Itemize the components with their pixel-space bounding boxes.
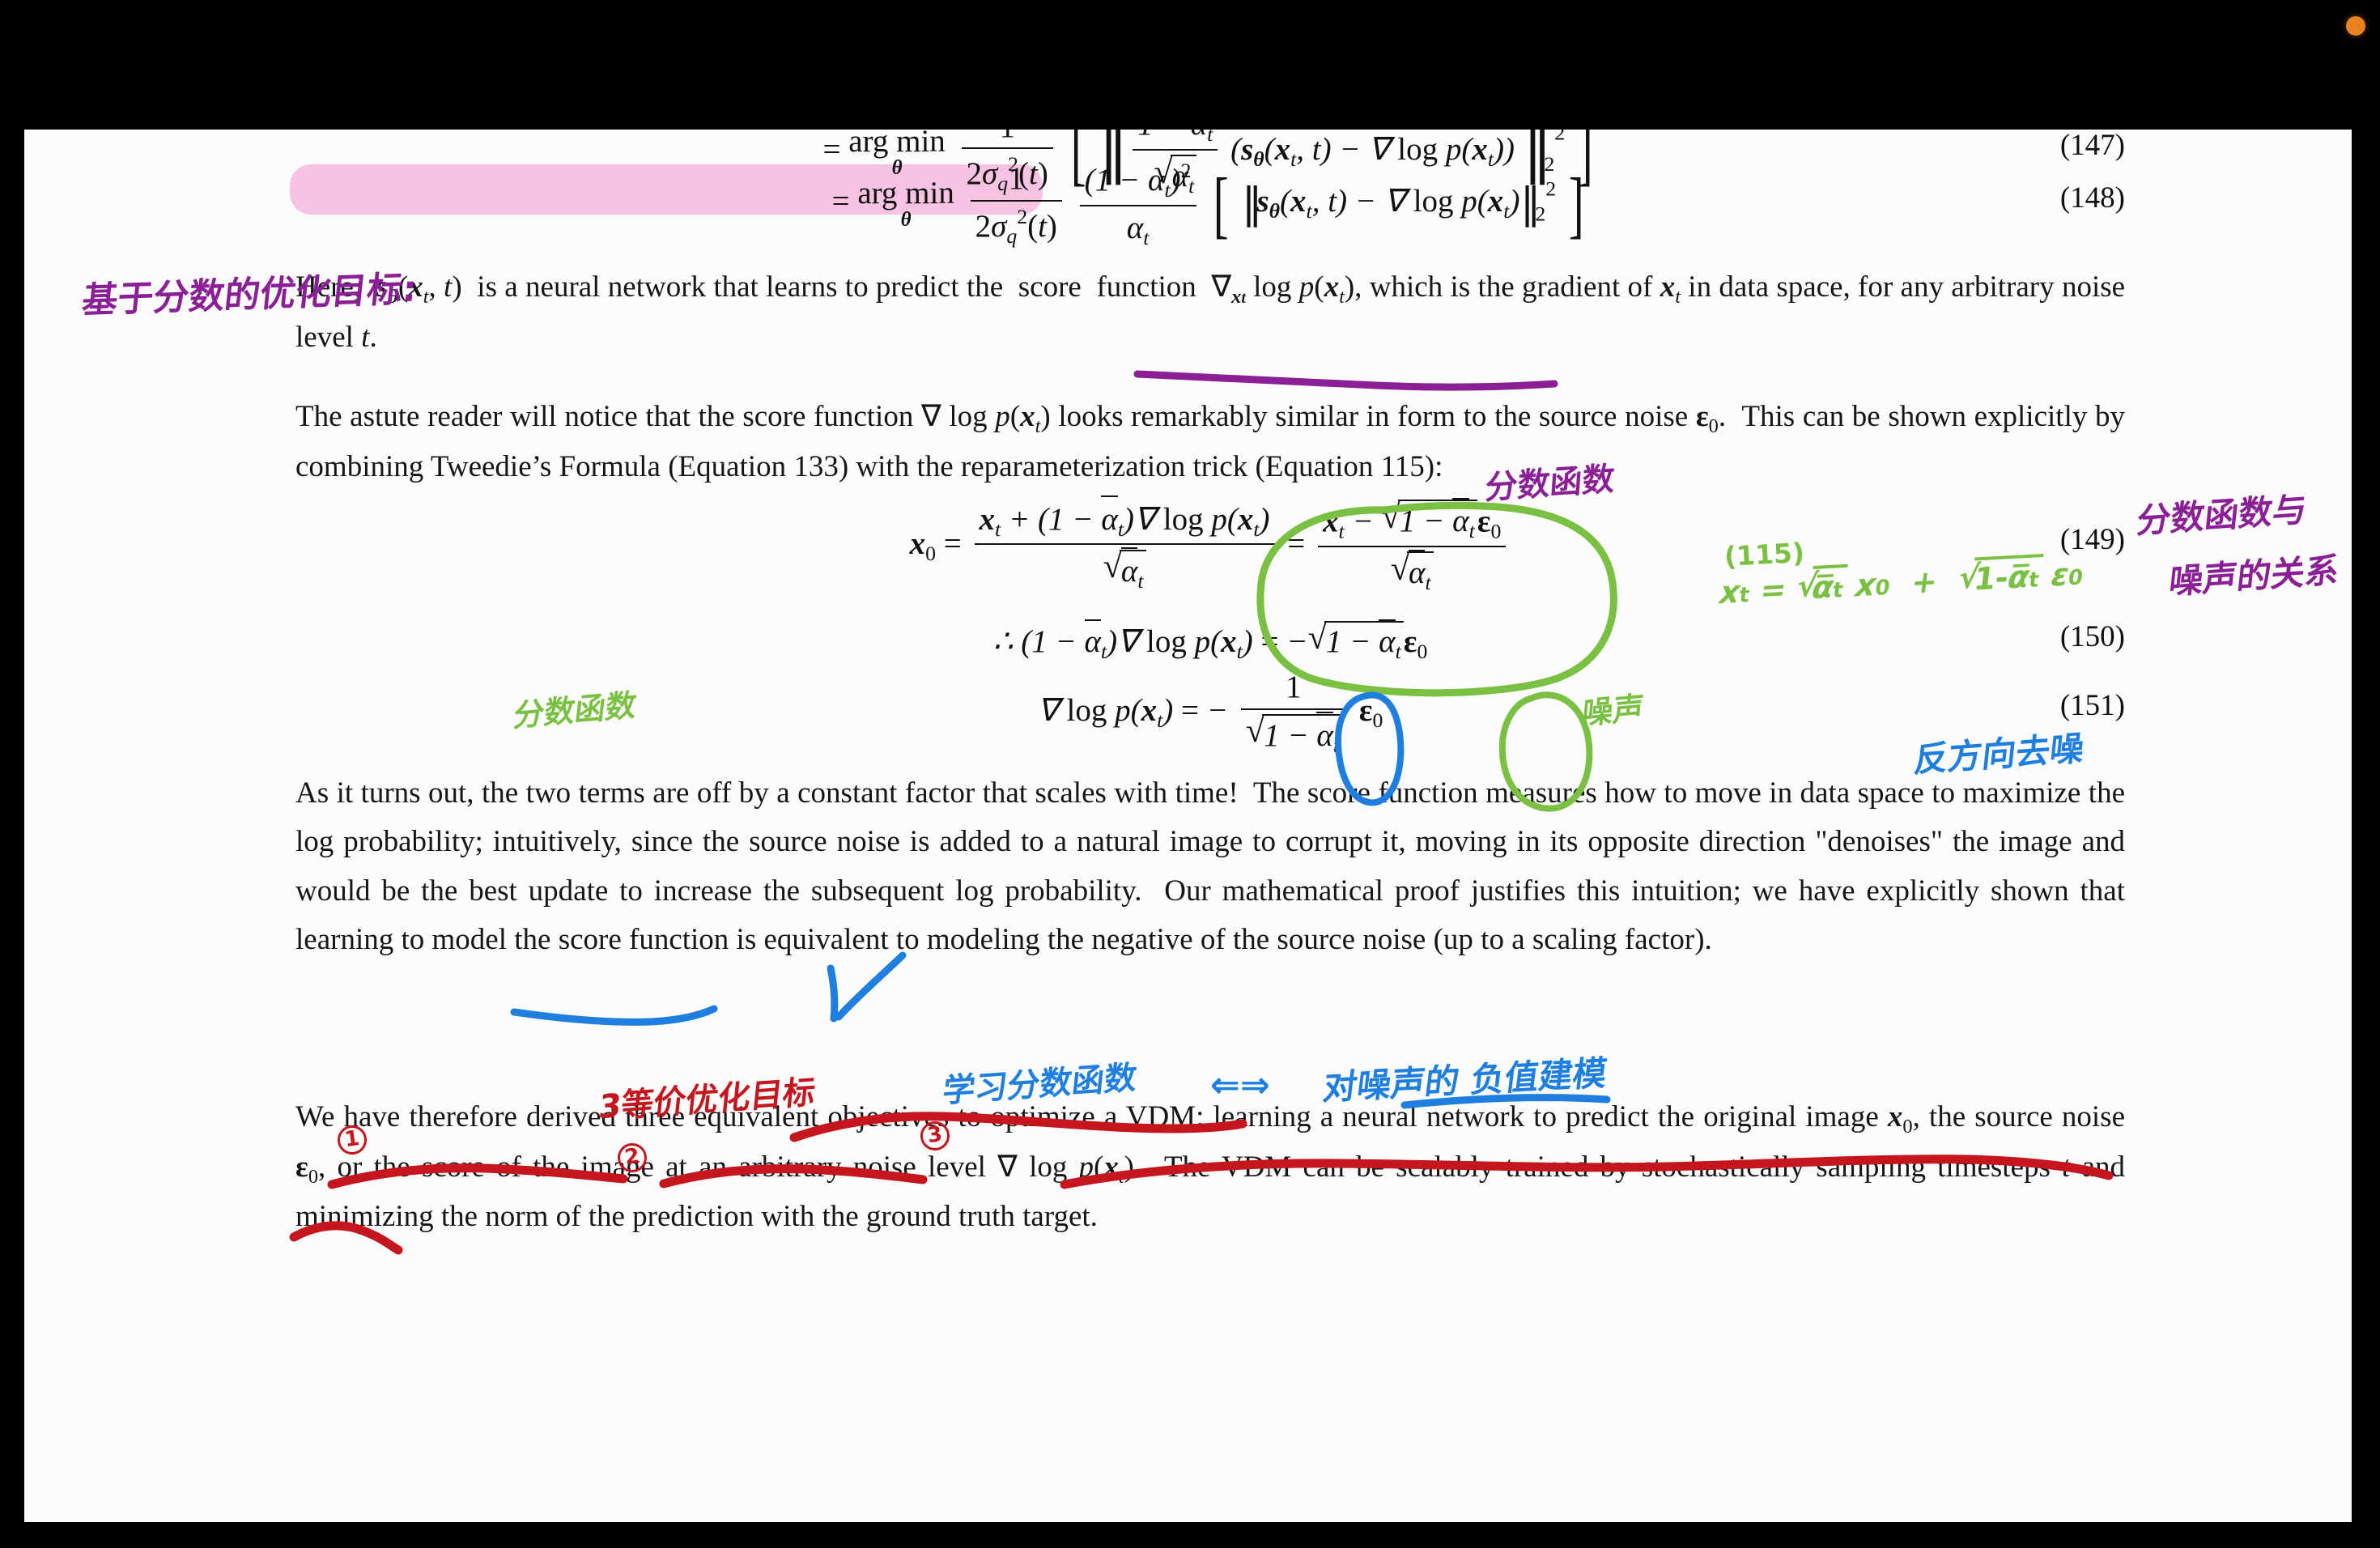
equation-number-150: (150) — [2059, 620, 2125, 653]
annotation-app-root: = arg minθ 12σq2(t) [ ∥ 1 − αtαt (sθ(xt,… — [0, 0, 2380, 1548]
pen-color-indicator-icon[interactable] — [2346, 16, 2365, 36]
equation-number-149: (149) — [2059, 523, 2125, 556]
paragraph-astute-reader: The astute reader will notice that the s… — [295, 400, 2125, 483]
equation-148: = arg min θ 1 2σq2(t) (1 − αt)2 αt [ ∥sθ(xt… — [831, 159, 2125, 249]
paragraph-three-equivalent-objectives: We have therefore derived three equivale… — [295, 1100, 2126, 1234]
paragraph-as-it-turns-out: As it turns out, the two terms are off b… — [295, 776, 2125, 956]
annotation-score-noise-relation-line1: 分数函数与 — [2135, 489, 2309, 542]
equation-151: ∇ log p(xt) = − 11 − αt ε0 (151) — [295, 668, 2125, 759]
equation-150: ∴ (1 − αt)∇ log p(xt) = −1 − αtε0 (150) — [295, 618, 2125, 665]
document-page[interactable]: = arg minθ 12σq2(t) [ ∥ 1 − αtαt (sθ(xt,… — [24, 130, 2352, 1522]
paragraph-here-score-function: Here, sθ(xt, t) is a neural network that… — [295, 270, 2126, 354]
equation-number-151: (151) — [2059, 689, 2125, 722]
equation-149: x0 = xt + (1 − αt)∇ log p(xt)αt = xt − 1… — [295, 495, 2125, 596]
annotation-score-noise-relation-line2: 噪声的关系 — [2167, 550, 2341, 602]
equation-number-148: (148) — [2059, 181, 2125, 215]
